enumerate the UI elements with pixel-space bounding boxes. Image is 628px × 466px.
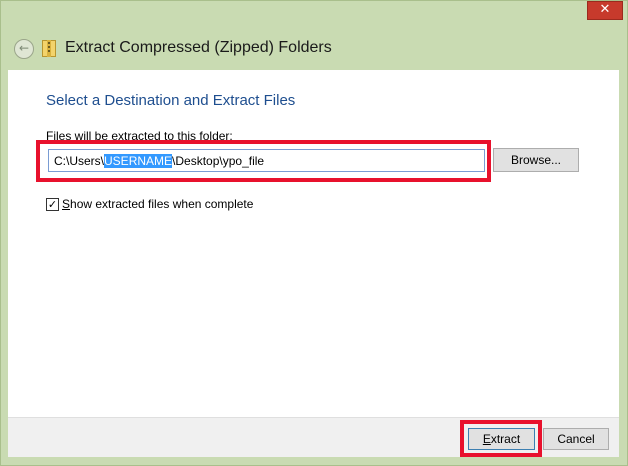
back-button[interactable]: ←	[14, 39, 34, 59]
destination-path-input[interactable]: C:\Users\USERNAME\Desktop\ypo_file	[48, 149, 485, 172]
checkmark-icon: ✓	[47, 198, 58, 211]
cancel-button[interactable]: Cancel	[543, 428, 609, 450]
extract-button[interactable]: Extract	[468, 428, 535, 450]
zip-folder-icon	[42, 40, 56, 57]
title-bar: ← Extract Compressed (Zipped) Folders	[8, 30, 620, 68]
page-heading: Select a Destination and Extract Files	[46, 92, 296, 109]
content-panel: Select a Destination and Extract Files F…	[8, 70, 619, 417]
browse-button[interactable]: Browse...	[493, 148, 579, 172]
show-files-label: Show extracted files when complete	[62, 197, 253, 211]
path-prefix: C:\Users\	[54, 154, 105, 168]
path-suffix: \Desktop\ypo_file	[172, 154, 265, 168]
close-button[interactable]: ✕	[587, 1, 623, 20]
window-title: Extract Compressed (Zipped) Folders	[65, 39, 332, 56]
show-files-label-rest: how extracted files when complete	[70, 197, 254, 211]
extract-mnemonic: E	[482, 432, 491, 446]
dialog-footer: Extract Cancel	[8, 417, 619, 457]
path-selected-text: USERNAME	[104, 154, 173, 168]
show-files-mnemonic: S	[62, 197, 71, 211]
show-files-checkbox[interactable]: ✓	[46, 198, 59, 211]
extract-label-rest: xtract	[490, 432, 521, 446]
back-arrow-icon: ←	[18, 41, 30, 55]
close-icon: ✕	[599, 2, 611, 17]
